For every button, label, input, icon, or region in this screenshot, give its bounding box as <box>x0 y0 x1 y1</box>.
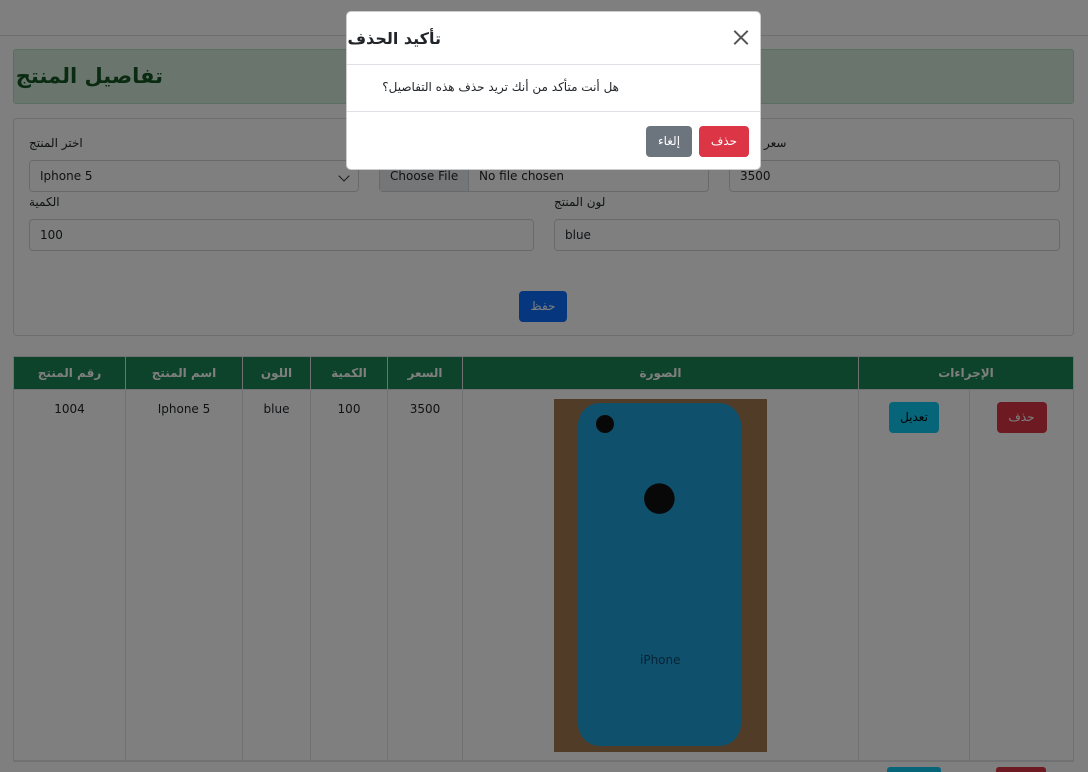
cancel-button[interactable]: إلغاء <box>646 126 692 157</box>
modal-message: هل أنت متأكد من أنك تريد حذف هذه التفاصي… <box>382 80 619 94</box>
close-icon[interactable] <box>733 29 749 45</box>
modal-divider <box>347 111 760 112</box>
modal-title: تأكيد الحذف <box>347 29 441 48</box>
modal-divider <box>347 64 760 65</box>
delete-confirm-modal: تأكيد الحذف هل أنت متأكد من أنك تريد حذف… <box>346 11 761 170</box>
confirm-delete-button[interactable]: حذف <box>699 126 749 157</box>
